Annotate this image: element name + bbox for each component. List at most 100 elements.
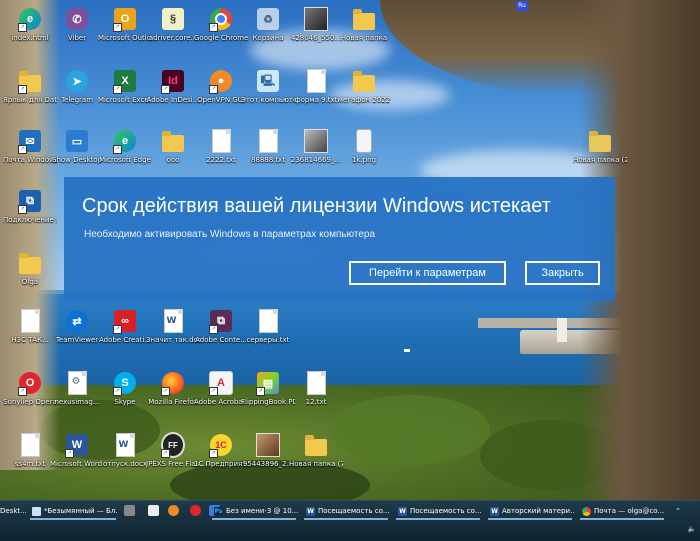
language-indicator[interactable]: Ru	[516, 1, 528, 11]
desktop-icon-telegram[interactable]: ➤ Telegram	[52, 68, 102, 105]
desktop-icon-megafon[interactable]: мегафон 2022	[337, 68, 391, 105]
desktop-icon-label: серверы.txt	[246, 336, 290, 344]
desktop-icon-2222[interactable]: 2222.txt	[196, 128, 246, 165]
desktop-icon-word[interactable]: W↗ Microsoft Word 2010	[50, 432, 104, 469]
desktop-icon-servery[interactable]: серверы.txt	[243, 308, 293, 345]
desktop-icon-label: Новая папка	[340, 34, 388, 42]
desktop-icon-new-folder-7[interactable]: Новая папка (7)	[289, 432, 343, 469]
desktop-icon-acrobat[interactable]: A↗ Adobe Acrobat ...	[194, 370, 248, 407]
desktop-icon-label: index.html	[11, 34, 49, 42]
desktop-icon-label: ss4m.txt	[14, 460, 46, 468]
desktop-icon-edge[interactable]: e ↗ Microsoft Edge	[99, 128, 151, 165]
desktop-icon-forma9[interactable]: форма 9.txt	[291, 68, 341, 105]
desktop-icon-88888[interactable]: 88888.txt	[243, 128, 293, 165]
desktop-icon-label: Telegram	[60, 96, 94, 104]
desktop-icon-ss4m[interactable]: ss4m.txt	[5, 432, 55, 469]
chevron-up-icon[interactable]: ⌃	[672, 501, 684, 521]
desktop-icon-olga[interactable]: Olga	[5, 250, 55, 287]
desktop-icon-nexusimage[interactable]: ⚙ nexusimag...	[52, 370, 102, 407]
desktop-icon-label: Sonyliep Opera	[3, 398, 57, 406]
desktop-icon-label: мегафон 2022	[337, 96, 391, 104]
taskbar-item-label: *Безымянный — Бл...	[44, 507, 118, 515]
desktop-icon-label: ооо	[166, 156, 180, 164]
text-file-icon	[306, 69, 326, 93]
desktop-icon-ooo[interactable]: ооо	[148, 128, 198, 165]
desktop-icon-photo-428046[interactable]: 428046_550...	[291, 6, 341, 43]
desktop-icon-remote-desktop[interactable]: ⧉↗ Подключение к удаленно...	[3, 188, 57, 225]
desktop-icon-znachit-tak[interactable]: W Значит так.docx	[146, 308, 200, 345]
gear-icon[interactable]	[124, 505, 135, 516]
desktop-icon-label: Значит так.docx	[146, 336, 200, 344]
folder-icon	[589, 130, 611, 152]
desktop-icon-label: НЗС ТАК...	[11, 336, 49, 344]
license-expiry-notification: Срок действия вашей лицензии Windows ист…	[64, 177, 615, 301]
desktop-icon-label: 1С Предприят...	[194, 460, 248, 468]
desktop-icon-index-html[interactable]: e ↗ index.html	[5, 6, 55, 43]
text-file-icon	[306, 371, 326, 395]
desktop-icon-chrome[interactable]: ↗ Google Chrome	[194, 6, 248, 43]
desktop-icon-adriver[interactable]: § adriver.core...	[148, 6, 198, 43]
desktop-icon-photo-95443896[interactable]: 95443896_2...	[243, 432, 293, 469]
desktop-icon-label: Mozilla Firefox	[148, 398, 198, 406]
desktop-icon-label: Microsoft Word 2010	[50, 460, 104, 468]
opera-icon[interactable]	[190, 505, 201, 516]
volume-icon[interactable]: 🔈	[686, 519, 698, 539]
photo-icon	[304, 7, 328, 31]
go-to-settings-button[interactable]: Перейти к параметрам	[349, 261, 506, 285]
desktop-icon-this-pc[interactable]: 🖳 Этот компьютер	[241, 68, 295, 105]
notepad-doc-icon: §	[162, 8, 184, 30]
desktop-icon-teamviewer[interactable]: ⇄ TeamViewer	[52, 308, 102, 345]
desktop-icon-label: Microsoft Excel 2010	[98, 96, 152, 104]
photo-icon	[256, 433, 280, 457]
desktop-icon-excel[interactable]: X↗ Microsoft Excel 2010	[98, 68, 152, 105]
desktop-icon-new-folder-2[interactable]: Новая папка (2)	[573, 128, 627, 165]
word-icon: W	[398, 506, 407, 516]
chrome-icon	[582, 506, 591, 516]
desktop-icon-new-folder[interactable]: Новая папка	[339, 6, 389, 43]
desktop-icon-skype[interactable]: S ↗ Skype	[100, 370, 150, 407]
folder-icon	[19, 252, 41, 274]
desktop-icon-nzs[interactable]: НЗС ТАК...	[5, 308, 55, 345]
desktop-icon-recycle-bin[interactable]: ♻ Корзина	[243, 6, 293, 43]
photo-icon	[304, 129, 328, 153]
desktop-icon-viber[interactable]: ✆ Viber	[52, 6, 102, 43]
taskbar-item-desktop[interactable]: Deskt...	[0, 501, 26, 521]
desktop-icon-data-shortcut[interactable]: ↗ Ярлык для Data на ...	[3, 68, 57, 105]
folder-icon	[162, 130, 184, 152]
folder-icon	[353, 8, 375, 30]
desktop-icon-adobe-cc[interactable]: ∞ ↗ Adobe Creati...	[99, 308, 151, 345]
desktop-icon-label: Microsoft Edge	[99, 156, 151, 164]
desktop-icon-adobe-content[interactable]: ⧉ ↗ Adobe Conte...	[195, 308, 247, 345]
desktop-icon-outlook[interactable]: O↗ Microsoft Outlook 2010	[98, 6, 152, 43]
orange-app-icon[interactable]	[168, 505, 179, 516]
desktop-icon-label: TeamViewer	[55, 336, 99, 344]
notification-message: Необходимо активировать Windows в параме…	[84, 229, 376, 240]
word-icon: W	[490, 506, 499, 516]
desktop-icon-label: Microsoft Outlook 2010	[98, 34, 152, 42]
desktop-icon-otpusk[interactable]: W отпуск.docx	[100, 432, 150, 469]
desktop-icon-1c[interactable]: 1С ↗ 1С Предприят...	[194, 432, 248, 469]
desktop-icon-label: OpenVPN GUI	[197, 96, 245, 104]
show-desktop-icon: ▭	[66, 130, 88, 152]
desktop-icon-flippingbook[interactable]: ▤↗ FlippingBook PDF Publisher	[241, 370, 295, 407]
desktop-icon-firefox[interactable]: ↗ Mozilla Firefox	[148, 370, 198, 407]
desktop-icon-show-desktop[interactable]: ▭ Show Desktop	[52, 128, 102, 165]
close-button[interactable]: Закрыть	[525, 261, 600, 285]
notification-title: Срок действия вашей лицензии Windows ист…	[82, 195, 551, 217]
taskbar-item-label: Авторский матери...	[502, 507, 574, 515]
desktop-icon-windows-live-mail[interactable]: ✉↗ Почта Windows Live	[3, 128, 57, 165]
telegram-icon: ➤	[66, 70, 88, 92]
image-file-icon	[356, 129, 372, 153]
desktop-icon-openvpn[interactable]: ● ↗ OpenVPN GUI	[196, 68, 246, 105]
desktop-icon-jpexs[interactable]: FF↗ JPEXS Free Flash Dec...	[146, 432, 200, 469]
desktop-icon-indesign[interactable]: Id ↗ Adobe InDesi...	[147, 68, 199, 105]
desktop-icon-opera[interactable]: O ↗ Sonyliep Opera	[3, 370, 57, 407]
wallpaper-lighthouse	[557, 318, 567, 342]
desktop-icon-photo-236814669[interactable]: 236814669_...	[291, 128, 341, 165]
word-doc-icon: W	[115, 433, 135, 457]
desktop-icon-label: Adobe Acrobat ...	[194, 398, 248, 406]
app-icon[interactable]	[148, 505, 159, 516]
desktop-icon-label: Google Chrome	[194, 34, 248, 42]
desktop-icon-12-txt[interactable]: 12.txt	[291, 370, 341, 407]
desktop-icon-1k-png[interactable]: 1k.png	[339, 128, 389, 165]
